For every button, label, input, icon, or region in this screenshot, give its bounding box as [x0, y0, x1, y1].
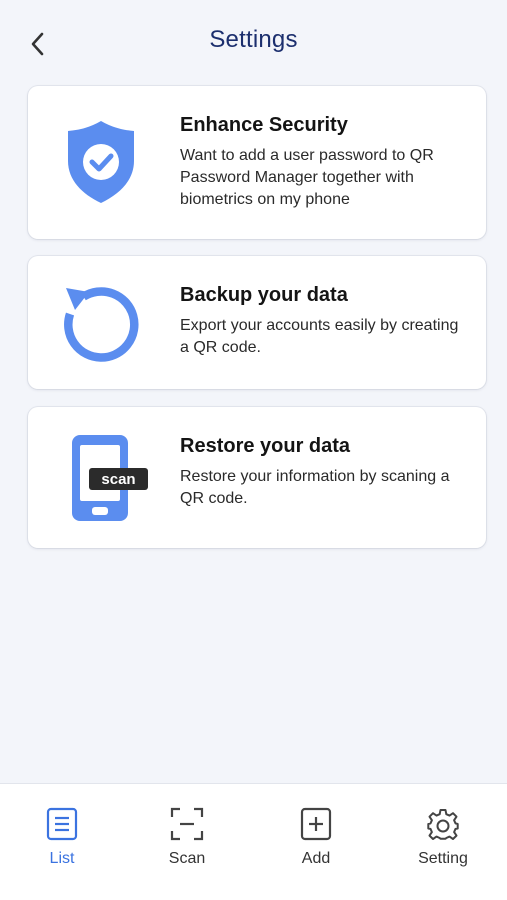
card-description: Export your accounts easily by creating …	[180, 317, 459, 356]
card-description: Want to add a user password to QR Passwo…	[180, 147, 434, 208]
backup-data-card[interactable]: Backup your data Export your accounts ea…	[28, 256, 486, 389]
tab-label: Setting	[418, 850, 468, 867]
tab-setting[interactable]: Setting	[393, 806, 493, 876]
card-title: Restore your data	[180, 435, 351, 457]
scan-badge-label: scan	[101, 471, 136, 488]
phone-scan-icon: scan	[56, 433, 186, 528]
tab-scan[interactable]: Scan	[137, 806, 237, 876]
shield-check-icon	[56, 117, 146, 212]
scan-icon	[169, 806, 205, 842]
tab-label: Scan	[168, 850, 206, 867]
card-title: Backup your data	[180, 284, 348, 306]
card-title: Enhance Security	[180, 114, 348, 136]
tab-label: Add	[301, 850, 331, 867]
tab-label: List	[49, 850, 75, 867]
bottom-tab-bar: List Scan Add Setting	[0, 783, 507, 900]
restore-data-card[interactable]: scan Restore your data Restore your info…	[28, 407, 486, 548]
card-text: Enhance Security Want to add a user pass…	[180, 114, 464, 211]
header: Settings	[0, 0, 507, 86]
card-text: Backup your data Export your accounts ea…	[180, 284, 464, 359]
card-description: Restore your information by scaning a QR…	[180, 468, 450, 507]
add-icon	[298, 806, 334, 842]
list-icon	[44, 806, 80, 842]
tab-add[interactable]: Add	[266, 806, 366, 876]
settings-screen: Settings Enhance Security Want to add a …	[0, 0, 507, 900]
enhance-security-card[interactable]: Enhance Security Want to add a user pass…	[28, 86, 486, 239]
page-title: Settings	[209, 26, 298, 53]
tab-list[interactable]: List	[12, 806, 112, 876]
backup-rotate-icon	[56, 280, 146, 375]
card-text: Restore your data Restore your informati…	[180, 435, 464, 510]
gear-icon	[425, 806, 461, 842]
